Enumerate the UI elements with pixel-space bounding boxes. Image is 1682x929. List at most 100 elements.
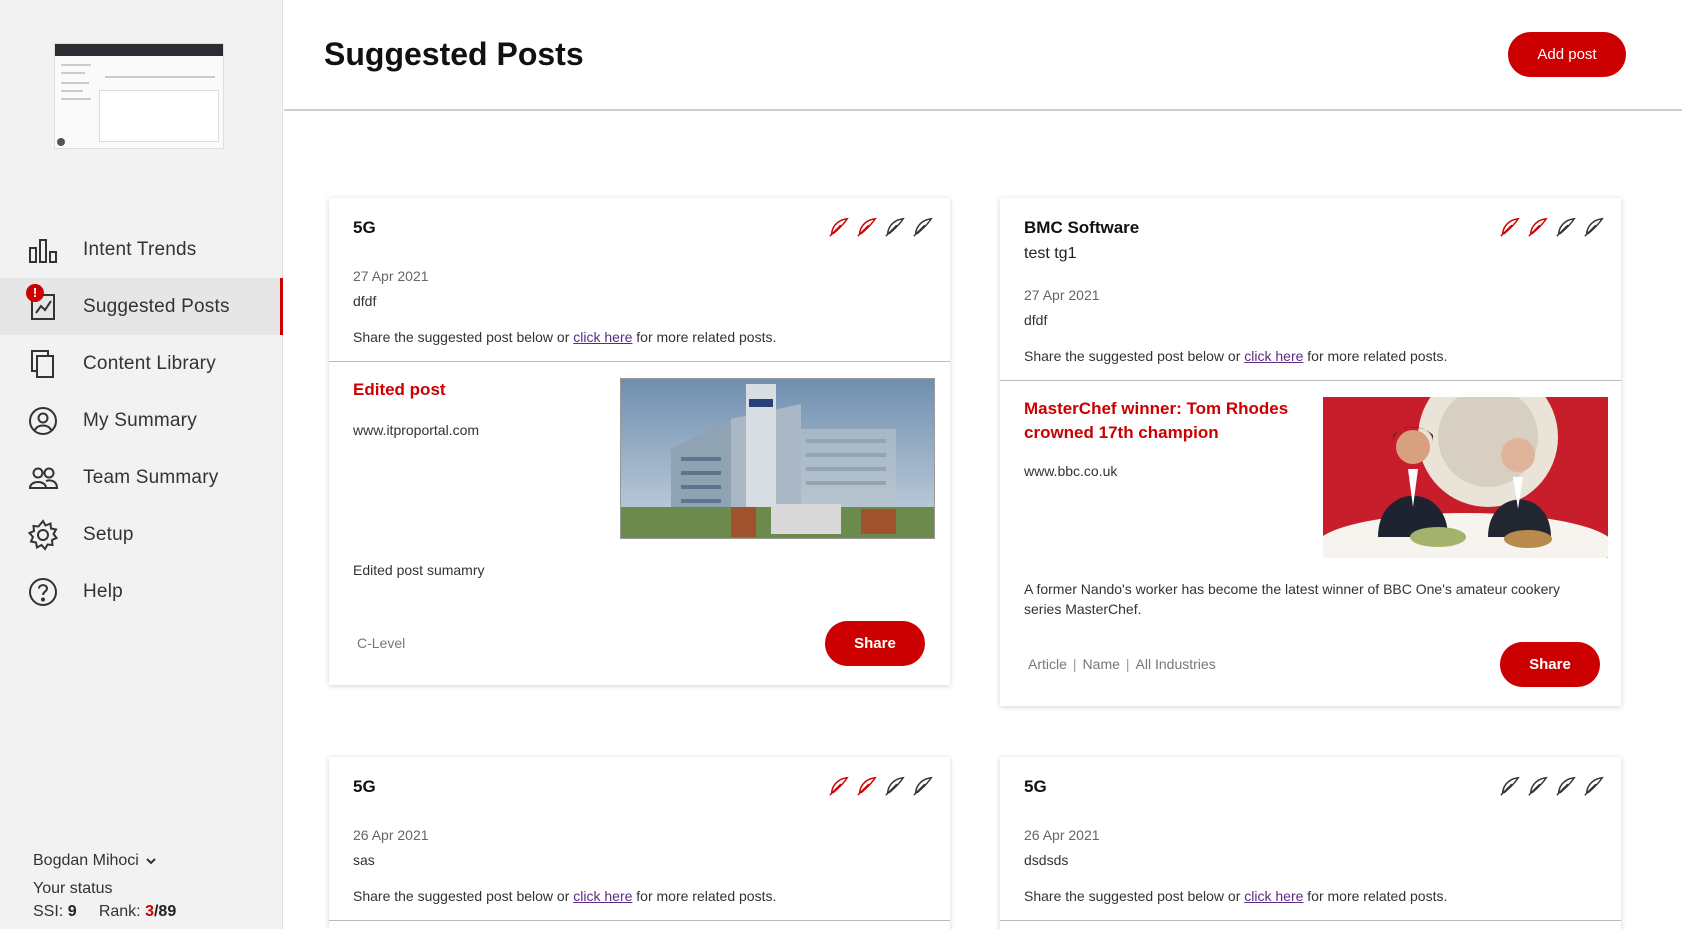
card-note: sas [353,852,375,868]
click-here-link[interactable]: click here [573,888,632,904]
share-text-after: for more related posts. [1303,888,1448,904]
share-text-after: for more related posts. [632,888,777,904]
click-here-link[interactable]: click here [1244,888,1303,904]
sidebar: Intent Trends ! Suggested Posts Content … [0,0,283,929]
feather-icon[interactable] [828,216,850,238]
article-preview: MasterChef winner: Tom Rhodes crowned 17… [1000,381,1621,617]
user-menu[interactable]: Bogdan Mihoci [33,852,157,870]
share-button[interactable]: Share [825,621,925,666]
team-users-icon [28,467,59,489]
bar-chart-icon [29,238,57,263]
page-title: Suggested Posts [324,36,584,72]
sidebar-item-label: Team Summary [83,466,219,488]
share-text-after: for more related posts. [632,329,777,345]
sidebar-item-help[interactable]: Help [0,563,283,620]
tag[interactable]: Article [1028,656,1067,672]
sidebar-item-team-summary[interactable]: Team Summary [0,449,283,506]
feather-icon[interactable] [884,775,906,797]
card-note: dfdf [353,293,377,309]
feather-icon[interactable] [912,775,934,797]
feather-icon[interactable] [1527,216,1549,238]
share-text-before: Share the suggested post below or [1024,888,1245,904]
sidebar-item-label: Suggested Posts [83,295,230,317]
feather-icon[interactable] [1555,216,1577,238]
rating-feathers [1499,775,1605,797]
feather-icon[interactable] [1499,216,1521,238]
click-here-link[interactable]: click here [573,329,632,345]
post-card: 5G 26 Apr 2021 sas Share the suggested p… [329,757,950,929]
rating-feathers [828,775,934,797]
card-divider [329,920,950,921]
tag[interactable]: Name [1083,656,1120,672]
sidebar-nav: Intent Trends ! Suggested Posts Content … [0,221,283,620]
rank-label: Rank: [98,903,141,920]
feather-icon[interactable] [1527,775,1549,797]
feather-icon[interactable] [912,216,934,238]
share-instructions: Share the suggested post below or click … [1024,348,1597,380]
sidebar-item-label: Intent Trends [83,238,197,260]
card-date: 26 Apr 2021 [353,827,429,843]
sidebar-item-label: Content Library [83,352,216,374]
feather-icon[interactable] [1583,775,1605,797]
feather-icon[interactable] [1499,775,1521,797]
copy-documents-icon [31,349,54,378]
click-here-link[interactable]: click here [1244,348,1303,364]
sidebar-item-label: Help [83,580,123,602]
rank-total: /89 [153,903,177,920]
chevron-down-icon [146,858,156,865]
post-card: BMC Software test tg1 27 Apr 2021 dfdf S… [1000,198,1621,706]
sidebar-item-label: My Summary [83,409,197,431]
article-summary: Edited post sumamry [353,562,485,578]
share-text-before: Share the suggested post below or [1024,348,1245,364]
help-icon [29,577,57,606]
post-card: 5G 27 Apr 2021 dfdf Share the suggested … [329,198,950,685]
rating-feathers [1499,216,1605,238]
sidebar-item-intent-trends[interactable]: Intent Trends [0,221,283,278]
post-tags: C-Level [357,635,405,651]
rating-feathers [828,216,934,238]
user-name: Bogdan Mihoci [33,852,139,869]
card-note: dfdf [1024,312,1048,328]
article-title[interactable]: Edited post [353,378,593,402]
status-values: SSI: 9 Rank: 3/89 [33,903,176,921]
user-circle-icon [29,406,57,435]
page-header: Suggested Posts Add post [284,0,1682,111]
gear-icon [27,518,59,551]
sidebar-item-suggested-posts[interactable]: ! Suggested Posts [0,278,283,335]
ssi-value: 9 [67,903,77,920]
feather-icon[interactable] [856,216,878,238]
sidebar-item-my-summary[interactable]: My Summary [0,392,283,449]
post-card: 5G 26 Apr 2021 dsdsds Share the suggeste… [1000,757,1621,929]
feather-icon[interactable] [884,216,906,238]
card-date: 27 Apr 2021 [1024,287,1100,303]
share-instructions: Share the suggested post below or click … [353,888,926,920]
card-subtopic: test tg1 [1024,245,1077,262]
sidebar-item-label: Setup [83,523,134,545]
article-summary: A former Nando's worker has become the l… [1024,581,1561,617]
feather-icon[interactable] [856,775,878,797]
article-image [620,378,935,539]
card-date: 27 Apr 2021 [353,268,429,284]
feather-icon[interactable] [1555,775,1577,797]
sidebar-item-setup[interactable]: Setup [0,506,283,563]
post-tags: Article | Name | All Industries [1028,656,1216,672]
share-text-after: for more related posts. [1303,348,1448,364]
article-image [1323,397,1608,558]
feather-icon[interactable] [1583,216,1605,238]
tag[interactable]: All Industries [1136,656,1216,672]
article-title[interactable]: MasterChef winner: Tom Rhodes crowned 17… [1024,397,1304,445]
share-button[interactable]: Share [1500,642,1600,687]
ssi-label: SSI: [33,903,64,920]
share-instructions: Share the suggested post below or click … [1024,888,1597,920]
rank-value: 3 [145,903,154,920]
add-post-button[interactable]: Add post [1508,32,1626,77]
article-preview: Edited post www.itproportal.com Edited p… [329,362,950,578]
feather-icon[interactable] [828,775,850,797]
share-text-before: Share the suggested post below or [353,329,574,345]
sidebar-item-content-library[interactable]: Content Library [0,335,283,392]
share-text-before: Share the suggested post below or [353,888,574,904]
tag[interactable]: C-Level [357,635,405,651]
app-preview-thumbnail [54,43,224,149]
notification-badge: ! [26,284,44,302]
status-label: Your status [33,880,113,897]
